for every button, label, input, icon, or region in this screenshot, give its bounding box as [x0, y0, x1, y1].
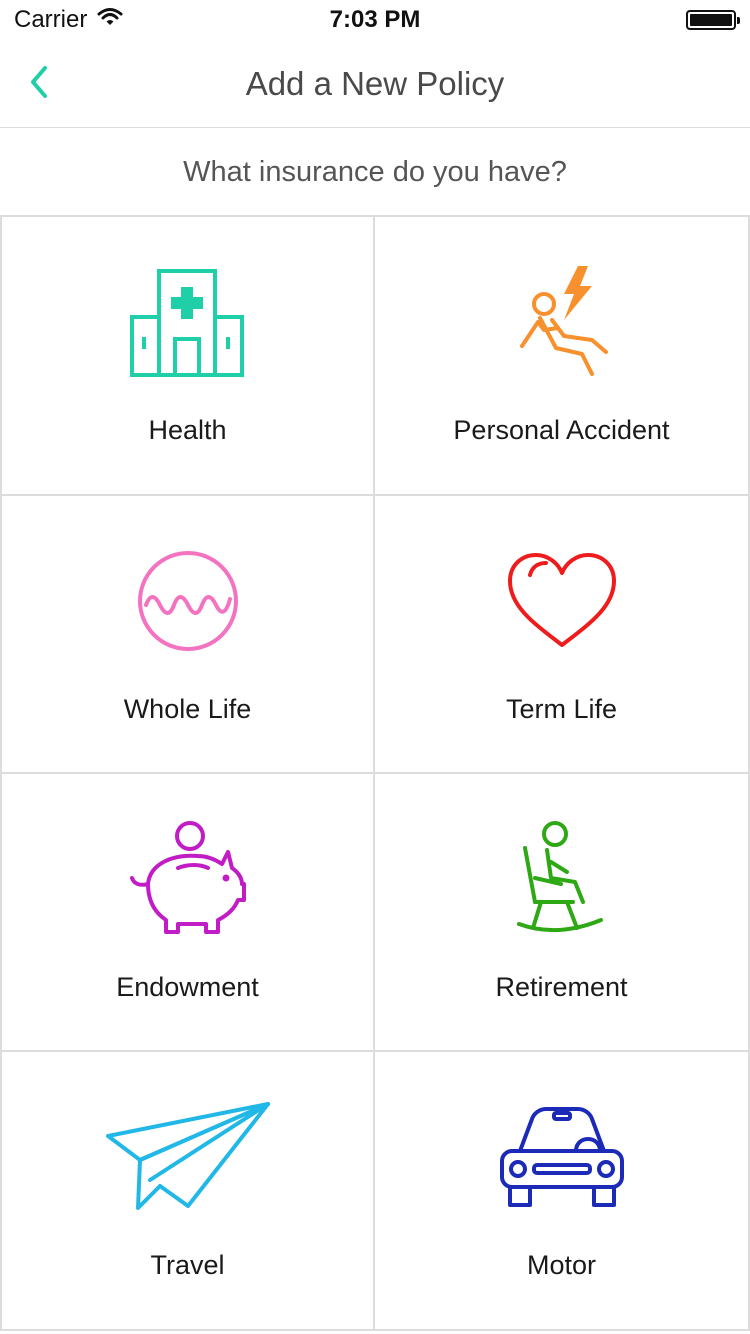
policy-label: Term Life [505, 694, 618, 724]
policy-tile-health[interactable]: Health [0, 217, 375, 496]
heart-icon [375, 538, 748, 664]
carrier-label: Carrier [14, 6, 88, 33]
status-bar: Carrier 7:03 PM [0, 0, 750, 40]
wifi-icon [97, 6, 123, 34]
car-icon [375, 1094, 748, 1220]
hospital-icon [2, 259, 373, 385]
policy-label: Health [148, 415, 227, 445]
policy-grid: Health Personal Accident Whole Life Term… [0, 215, 750, 1331]
status-left: Carrier [14, 6, 123, 34]
policy-label: Motor [526, 1250, 597, 1280]
battery-icon [686, 10, 740, 30]
policy-tile-personal-accident[interactable]: Personal Accident [375, 217, 750, 496]
policy-tile-endowment[interactable]: Endowment [0, 774, 375, 1052]
policy-label: Personal Accident [453, 415, 670, 445]
page-title: Add a New Policy [245, 64, 505, 102]
policy-label: Endowment [116, 972, 259, 1002]
paper-plane-icon [2, 1094, 373, 1220]
policy-tile-retirement[interactable]: Retirement [375, 774, 750, 1052]
piggy-bank-icon [2, 816, 373, 942]
policy-tile-whole-life[interactable]: Whole Life [0, 496, 375, 774]
navigation-bar: Add a New Policy [0, 40, 750, 128]
back-button[interactable] [14, 56, 64, 112]
chevron-left-icon [28, 64, 50, 105]
policy-tile-term-life[interactable]: Term Life [375, 496, 750, 774]
policy-tile-travel[interactable]: Travel [0, 1052, 375, 1331]
policy-tile-motor[interactable]: Motor [375, 1052, 750, 1331]
policy-label: Retirement [495, 972, 628, 1002]
pulse-circle-icon [2, 538, 373, 664]
rocking-chair-icon [375, 816, 748, 942]
policy-label: Whole Life [123, 694, 252, 724]
insurance-prompt: What insurance do you have? [183, 155, 567, 188]
policy-label: Travel [150, 1250, 225, 1280]
accident-icon [375, 259, 748, 385]
